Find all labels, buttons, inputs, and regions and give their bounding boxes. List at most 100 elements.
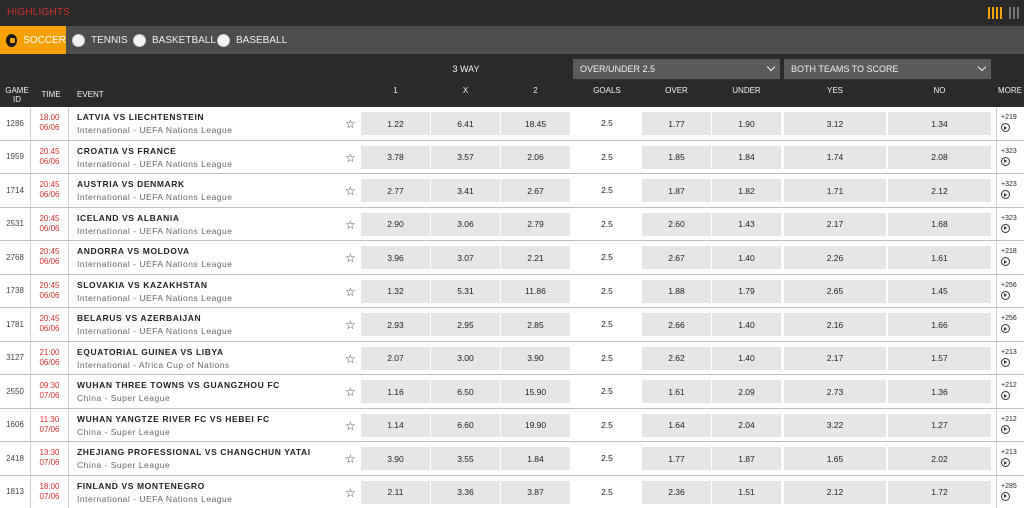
odds-yes-button[interactable]: 2.26	[784, 246, 886, 269]
event-info[interactable]: ICELAND VS ALBANIA International - UEFA N…	[77, 208, 337, 241]
odds-away-button[interactable]: 3.90	[501, 346, 570, 370]
odds-under-button[interactable]: 1.40	[712, 246, 781, 269]
match-row[interactable]: 1286 18:00 06/06 LATVIA VS LIECHTENSTEIN Int…	[0, 107, 1024, 141]
favorite-star-icon[interactable]: ☆	[345, 353, 357, 365]
more-markets-button[interactable]: +256	[996, 274, 1024, 307]
odds-draw-button[interactable]: 3.07	[431, 246, 500, 269]
event-info[interactable]: CROATIA VS FRANCE International - UEFA Na…	[77, 141, 337, 174]
odds-draw-button[interactable]: 6.50	[431, 380, 500, 403]
more-markets-button[interactable]: +213	[996, 442, 1024, 475]
odds-over-button[interactable]: 1.61	[642, 380, 711, 403]
odds-under-button[interactable]: 1.43	[712, 212, 781, 236]
odds-no-button[interactable]: 1.27	[888, 413, 991, 437]
favorite-star-icon[interactable]: ☆	[345, 219, 357, 231]
odds-over-button[interactable]: 1.88	[642, 279, 711, 303]
odds-no-button[interactable]: 1.45	[888, 279, 991, 303]
odds-draw-button[interactable]: 2.95	[431, 313, 500, 336]
odds-draw-button[interactable]: 3.36	[431, 480, 500, 504]
odds-away-button[interactable]: 2.85	[501, 313, 570, 336]
more-markets-button[interactable]: +285	[996, 475, 1024, 508]
odds-under-button[interactable]: 1.79	[712, 279, 781, 303]
tab-tennis[interactable]: TENNIS	[72, 26, 128, 54]
odds-yes-button[interactable]: 2.73	[784, 380, 886, 403]
odds-home-button[interactable]: 1.22	[361, 112, 430, 135]
more-markets-button[interactable]: +323	[996, 207, 1024, 240]
odds-no-button[interactable]: 2.08	[888, 145, 991, 169]
odds-yes-button[interactable]: 2.65	[784, 279, 886, 303]
odds-away-button[interactable]: 2.67	[501, 179, 570, 202]
odds-no-button[interactable]: 1.68	[888, 212, 991, 236]
event-info[interactable]: FINLAND VS MONTENEGRO International - UEF…	[77, 476, 337, 508]
odds-away-button[interactable]: 2.21	[501, 246, 570, 269]
odds-home-button[interactable]: 1.32	[361, 279, 430, 303]
odds-over-button[interactable]: 1.85	[642, 145, 711, 169]
match-row[interactable]: 1959 20:45 06/06 CROATIA VS FRANCE Internati…	[0, 140, 1024, 174]
more-markets-button[interactable]: +212	[996, 375, 1024, 408]
favorite-star-icon[interactable]: ☆	[345, 420, 357, 432]
odds-home-button[interactable]: 1.14	[361, 413, 430, 437]
odds-home-button[interactable]: 2.90	[361, 212, 430, 236]
odds-away-button[interactable]: 1.84	[501, 447, 570, 470]
favorite-star-icon[interactable]: ☆	[345, 286, 357, 298]
odds-under-button[interactable]: 1.82	[712, 179, 781, 202]
match-row[interactable]: 2531 20:45 06/06 ICELAND VS ALBANIA Internat…	[0, 207, 1024, 241]
match-row[interactable]: 2418 13:30 07/06 ZHEJIANG PROFESSIONAL VS C…	[0, 442, 1024, 476]
odds-under-button[interactable]: 2.04	[712, 413, 781, 437]
odds-over-button[interactable]: 2.66	[642, 313, 711, 336]
event-info[interactable]: BELARUS VS AZERBAIJAN International - UEF…	[77, 308, 337, 341]
favorite-star-icon[interactable]: ☆	[345, 152, 357, 164]
odds-yes-button[interactable]: 2.17	[784, 212, 886, 236]
odds-no-button[interactable]: 1.61	[888, 246, 991, 269]
odds-home-button[interactable]: 3.90	[361, 447, 430, 470]
favorite-star-icon[interactable]: ☆	[345, 252, 357, 264]
tab-baseball[interactable]: BASEBALL	[217, 26, 287, 54]
odds-under-button[interactable]: 1.90	[712, 112, 781, 135]
event-info[interactable]: AUSTRIA VS DENMARK International - UEFA N…	[77, 174, 337, 207]
odds-draw-button[interactable]: 3.57	[431, 145, 500, 169]
odds-no-button[interactable]: 1.57	[888, 346, 991, 370]
odds-away-button[interactable]: 19.90	[501, 413, 570, 437]
match-row[interactable]: 1813 18:00 07/06 FINLAND VS MONTENEGRO Inter…	[0, 475, 1024, 508]
odds-under-button[interactable]: 1.40	[712, 346, 781, 370]
event-info[interactable]: WUHAN YANGTZE RIVER FC VS HEBEI FC China …	[77, 409, 337, 442]
match-row[interactable]: 1606 11:30 07/06 WUHAN YANGTZE RIVER FC VS …	[0, 408, 1024, 442]
odds-away-button[interactable]: 3.87	[501, 480, 570, 504]
odds-over-button[interactable]: 2.62	[642, 346, 711, 370]
odds-over-button[interactable]: 2.67	[642, 246, 711, 269]
favorite-star-icon[interactable]: ☆	[345, 386, 357, 398]
odds-yes-button[interactable]: 3.22	[784, 413, 886, 437]
list-view-icon[interactable]	[1009, 7, 1023, 19]
tab-soccer[interactable]: SOCCER	[0, 26, 66, 54]
odds-yes-button[interactable]: 1.74	[784, 145, 886, 169]
match-row[interactable]: 1781 20:45 06/06 BELARUS VS AZERBAIJAN Inter…	[0, 308, 1024, 342]
odds-over-button[interactable]: 1.87	[642, 179, 711, 202]
both-teams-select[interactable]: BOTH TEAMS TO SCORE	[784, 59, 991, 79]
odds-draw-button[interactable]: 5.31	[431, 279, 500, 303]
odds-draw-button[interactable]: 6.60	[431, 413, 500, 437]
odds-draw-button[interactable]: 3.06	[431, 212, 500, 236]
odds-under-button[interactable]: 1.87	[712, 447, 781, 470]
odds-draw-button[interactable]: 3.41	[431, 179, 500, 202]
odds-away-button[interactable]: 15.90	[501, 380, 570, 403]
odds-home-button[interactable]: 1.16	[361, 380, 430, 403]
more-markets-button[interactable]: +219	[996, 107, 1024, 140]
odds-yes-button[interactable]: 2.12	[784, 480, 886, 504]
odds-over-button[interactable]: 2.60	[642, 212, 711, 236]
odds-home-button[interactable]: 2.11	[361, 480, 430, 504]
odds-home-button[interactable]: 2.93	[361, 313, 430, 336]
odds-yes-button[interactable]: 2.17	[784, 346, 886, 370]
odds-no-button[interactable]: 1.34	[888, 112, 991, 135]
odds-over-button[interactable]: 1.77	[642, 112, 711, 135]
odds-no-button[interactable]: 1.66	[888, 313, 991, 336]
odds-no-button[interactable]: 2.02	[888, 447, 991, 470]
more-markets-button[interactable]: +212	[996, 408, 1024, 441]
favorite-star-icon[interactable]: ☆	[345, 487, 357, 499]
odds-away-button[interactable]: 18.45	[501, 112, 570, 135]
over-under-select[interactable]: OVER/UNDER 2.5	[573, 59, 780, 79]
odds-under-button[interactable]: 1.40	[712, 313, 781, 336]
more-markets-button[interactable]: +218	[996, 241, 1024, 274]
match-row[interactable]: 2768 20:45 06/06 ANDORRA VS MOLDOVA Internat…	[0, 241, 1024, 275]
event-info[interactable]: SLOVAKIA VS KAZAKHSTAN International - UE…	[77, 275, 337, 308]
event-info[interactable]: LATVIA VS LIECHTENSTEIN International - U…	[77, 107, 337, 140]
odds-draw-button[interactable]: 3.55	[431, 447, 500, 470]
